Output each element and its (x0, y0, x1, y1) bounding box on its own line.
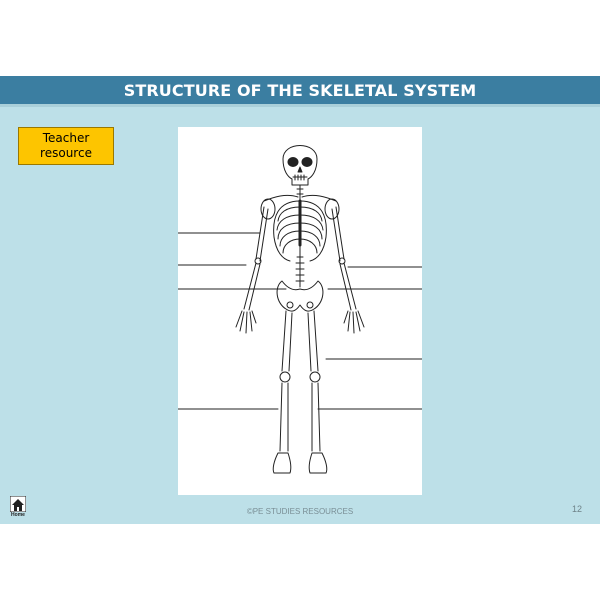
leg-left (272, 310, 293, 474)
slide-title: STRUCTURE OF THE SKELETAL SYSTEM (0, 76, 600, 104)
home-label: Home (11, 512, 25, 518)
copyright-footer: ©PE STUDIES RESOURCES (246, 507, 354, 516)
home-button[interactable]: Home (8, 496, 28, 522)
teacher-resource-badge: Teacher resource (18, 127, 114, 165)
teacher-badge-line1: Teacher (42, 131, 90, 145)
home-icon (10, 496, 26, 512)
page-number: 12 (572, 504, 583, 514)
skeleton-worksheet (178, 127, 422, 495)
clavicle-right (301, 194, 337, 202)
leg-right (307, 310, 328, 474)
skull (282, 145, 318, 186)
slide: STRUCTURE OF THE SKELETAL SYSTEM Teacher… (0, 76, 600, 524)
slide-title-text: STRUCTURE OF THE SKELETAL SYSTEM (123, 80, 477, 100)
teacher-badge-line2: resource (40, 146, 92, 160)
skeleton-diagram (178, 145, 422, 474)
arm-left (235, 206, 269, 334)
clavicle-left (263, 194, 299, 202)
arm-right (331, 206, 365, 334)
title-divider (0, 104, 600, 107)
